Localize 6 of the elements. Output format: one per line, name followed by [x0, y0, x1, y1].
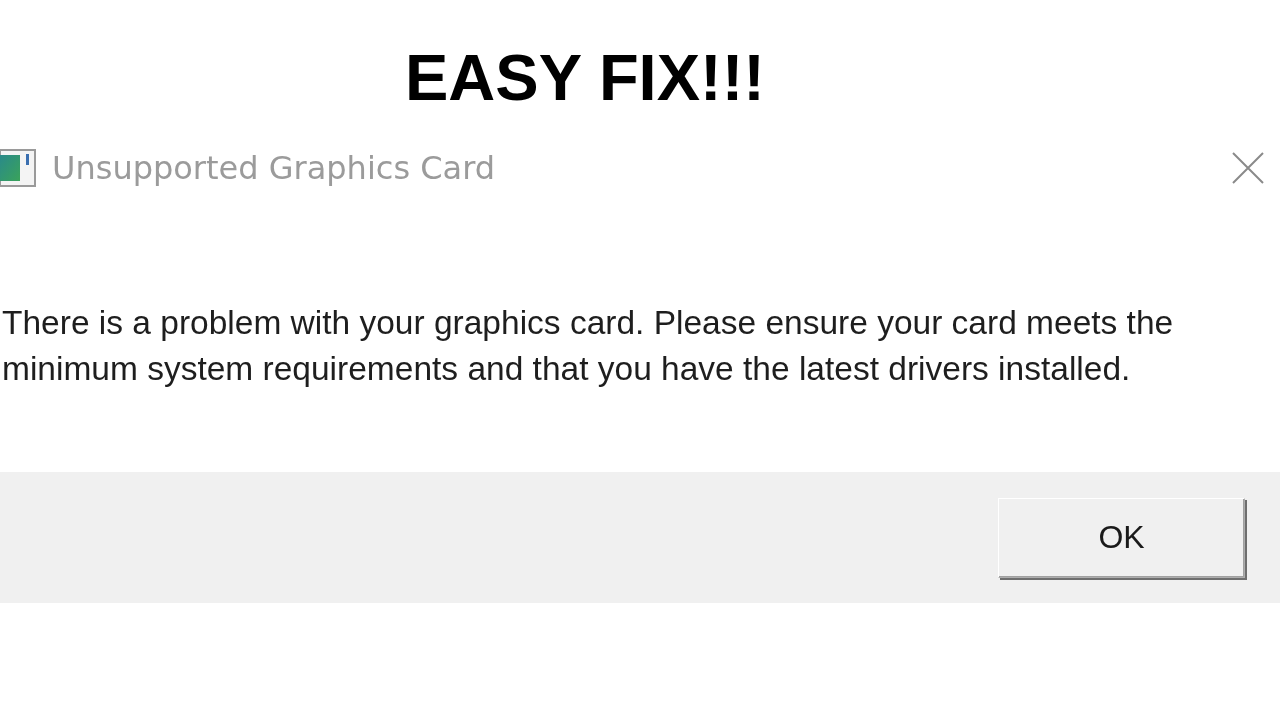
- dialog-message: There is a problem with your graphics card. Please ensure your card meets the minimum system requirements and that you have the latest drivers installed.: [2, 303, 1175, 389]
- close-icon: [1232, 152, 1264, 184]
- dialog-title: Unsupported Graphics Card: [52, 149, 496, 187]
- headline: EASY FIX!!!: [405, 40, 765, 116]
- ok-button[interactable]: OK: [998, 497, 1245, 578]
- close-button[interactable]: [1232, 152, 1264, 184]
